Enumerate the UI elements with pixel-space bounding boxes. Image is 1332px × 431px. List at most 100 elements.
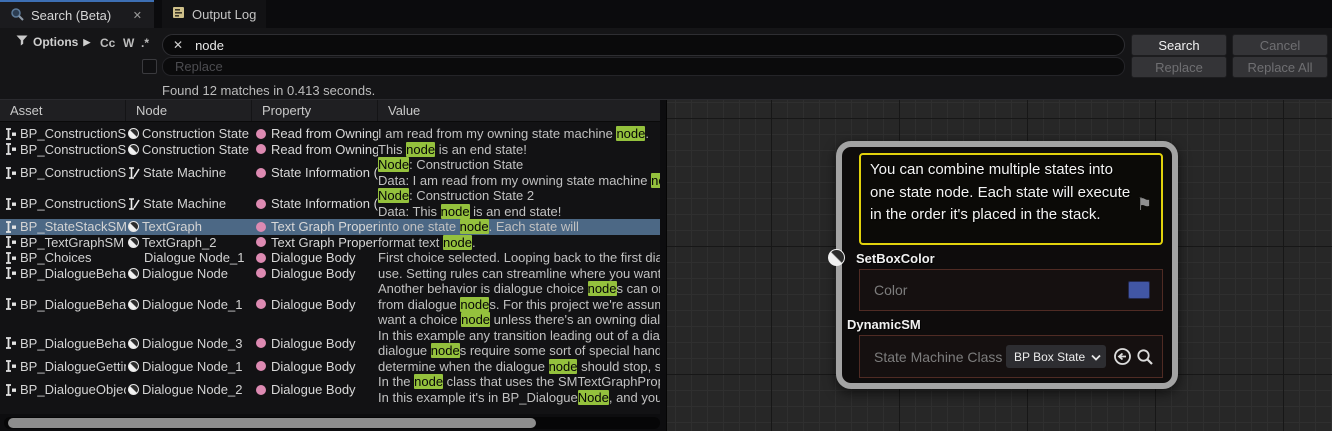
state-node-icon — [128, 144, 139, 155]
replace-button[interactable]: Replace — [1131, 56, 1227, 78]
asset-name: BP_DialogueBehav — [20, 336, 126, 351]
property-pin-icon — [256, 237, 266, 247]
match-highlight: node — [414, 374, 443, 389]
property-name: Dialogue Body — [271, 297, 356, 312]
state-node-icon — [128, 221, 139, 232]
table-row[interactable]: BP_ConstructionSState MachineState Infor… — [0, 188, 660, 219]
property-name: Read from Owning N — [271, 142, 378, 157]
property-name: Dialogue Body — [271, 359, 356, 374]
property-cell: Dialogue Body — [252, 297, 378, 312]
node-cell: Dialogue Node_3 — [126, 336, 252, 351]
class-dropdown[interactable]: BP Box State M — [1006, 345, 1106, 368]
match-highlight: node — [588, 281, 617, 296]
value-line: In this example any transition leading o… — [378, 328, 660, 344]
value-line: use. Setting rules can streamline where … — [378, 266, 660, 282]
column-header-asset[interactable]: Asset — [0, 100, 126, 121]
asset-icon — [5, 337, 18, 349]
value-line: dialogue nodes require some sort of spec… — [378, 343, 660, 359]
clear-search-icon[interactable]: ✕ — [173, 39, 183, 51]
property-name: Read from Owning N — [271, 126, 378, 141]
close-icon[interactable]: ✕ — [131, 9, 144, 22]
search-beta-panel: Search (Beta) ✕ Output Log Options ▶ Cc … — [0, 0, 1332, 431]
table-row[interactable]: BP_DialogueBehavDialogue Node_1Dialogue … — [0, 281, 660, 328]
table-row[interactable]: BP_ConstructionSConstruction StateRead f… — [0, 142, 660, 158]
browse-to-asset-icon[interactable] — [1136, 348, 1154, 366]
table-row[interactable]: BP_ConstructionS Construction State Read f… — [0, 126, 660, 142]
property-cell: Dialogue Body — [252, 359, 378, 374]
match-case-toggle[interactable]: Cc — [100, 36, 115, 50]
search-toolbar: Options ▶ Cc W .* ✕ Search Cancel Replac… — [0, 28, 1332, 100]
property-cell: Text Graph Property — [252, 235, 378, 250]
scrollbar-thumb[interactable] — [8, 418, 536, 428]
state-node-icon — [128, 361, 139, 372]
property-pin-icon — [256, 268, 266, 278]
node-name: TextGraph_2 — [142, 235, 216, 250]
blueprint-graph[interactable]: You can combine multiple states into one… — [666, 100, 1332, 431]
table-row[interactable]: BP_DialogueObjecDialogue Node_2Dialogue … — [0, 374, 660, 405]
column-header-node[interactable]: Node — [126, 100, 252, 121]
options-button[interactable]: Options ▶ — [16, 35, 90, 49]
table-row[interactable]: BP_DialogueGettinDialogue Node_1Dialogue… — [0, 359, 660, 375]
node-name: Construction State — [142, 142, 249, 157]
cancel-button[interactable]: Cancel — [1232, 34, 1328, 56]
value-line: Data: This node is an end state! — [378, 204, 660, 220]
property-pin-icon — [256, 129, 266, 139]
state-node-icon — [128, 338, 139, 349]
table-row[interactable]: BP_DialogueBehavDialogue Node_3Dialogue … — [0, 328, 660, 359]
asset-icon — [5, 252, 18, 264]
column-header-value[interactable]: Value — [378, 100, 660, 121]
chevron-down-icon — [1091, 348, 1101, 366]
search-button[interactable]: Search — [1131, 34, 1227, 56]
value-line: In the node class that uses the SMTextGr… — [378, 374, 660, 390]
table-row[interactable]: BP_ConstructionSState MachineState Infor… — [0, 157, 660, 188]
match-highlight: node — [406, 142, 435, 157]
value-cell: use. Setting rules can streamline where … — [378, 266, 660, 282]
node-name: Dialogue Node_1 — [144, 250, 244, 265]
output-log-icon — [172, 6, 185, 22]
node-name: Dialogue Node — [142, 266, 228, 281]
asset-icon — [5, 236, 18, 248]
table-row[interactable]: BP_StateStackSMTextGraphText Graph Prope… — [0, 219, 660, 235]
node-text-box[interactable]: You can combine multiple states into one… — [859, 153, 1163, 245]
match-highlight: node — [431, 343, 460, 358]
tab-search-beta[interactable]: Search (Beta) ✕ — [0, 0, 154, 28]
asset-cell: BP_ConstructionS — [0, 126, 126, 141]
tab-output-log[interactable]: Output Log — [162, 0, 266, 28]
replace-input[interactable] — [173, 58, 1114, 75]
state-node[interactable]: You can combine multiple states into one… — [836, 141, 1178, 389]
color-swatch[interactable] — [1128, 281, 1150, 299]
search-field: ✕ — [162, 34, 1125, 56]
value-line: Node: Construction State 2 — [378, 188, 660, 204]
property-cell: Dialogue Body — [252, 266, 378, 281]
column-header-property[interactable]: Property — [252, 100, 378, 121]
value-cell: format text node. — [378, 235, 660, 251]
value-line: In this example it's in BP_DialogueNode,… — [378, 390, 660, 406]
node-cell: Dialogue Node_2 — [126, 382, 252, 397]
dropdown-value: BP Box State M — [1014, 350, 1089, 364]
node-cell: Dialogue Node — [126, 266, 252, 281]
results-body: BP_ConstructionS Construction State Read f… — [0, 122, 660, 414]
value-line: from dialogue nodes. For this project we… — [378, 297, 660, 313]
table-row[interactable]: BP_ChoicesDialogue Node_1Dialogue BodyFi… — [0, 250, 660, 266]
value-cell: Another behavior is dialogue choice node… — [378, 281, 660, 328]
node-cell: Construction State — [126, 126, 252, 141]
value-line: Another behavior is dialogue choice node… — [378, 281, 660, 297]
state-node-icon — [128, 128, 139, 139]
state-machine-icon — [128, 167, 140, 179]
property-pin-icon — [256, 168, 266, 178]
property-pin-icon — [256, 144, 266, 154]
replace-all-button[interactable]: Replace All — [1232, 56, 1328, 78]
horizontal-scrollbar[interactable] — [4, 417, 660, 429]
node-name: Dialogue Node_3 — [142, 336, 242, 351]
match-highlight: node — [443, 235, 472, 250]
table-row[interactable]: BP_DialogueBehavDialogue NodeDialogue Bo… — [0, 266, 660, 282]
tab-label: Search (Beta) — [31, 8, 111, 23]
table-row[interactable]: BP_TextGraphSMTextGraph_2Text Graph Prop… — [0, 235, 660, 251]
asset-cell: BP_StateStackSM — [0, 219, 126, 234]
use-selected-asset-icon[interactable] — [1113, 347, 1132, 366]
whole-word-toggle[interactable]: W — [123, 36, 134, 50]
regex-toggle[interactable]: .* — [141, 36, 149, 50]
replace-checkbox[interactable] — [142, 59, 157, 74]
node-name: Construction State — [142, 126, 249, 141]
search-input[interactable] — [195, 38, 1114, 53]
